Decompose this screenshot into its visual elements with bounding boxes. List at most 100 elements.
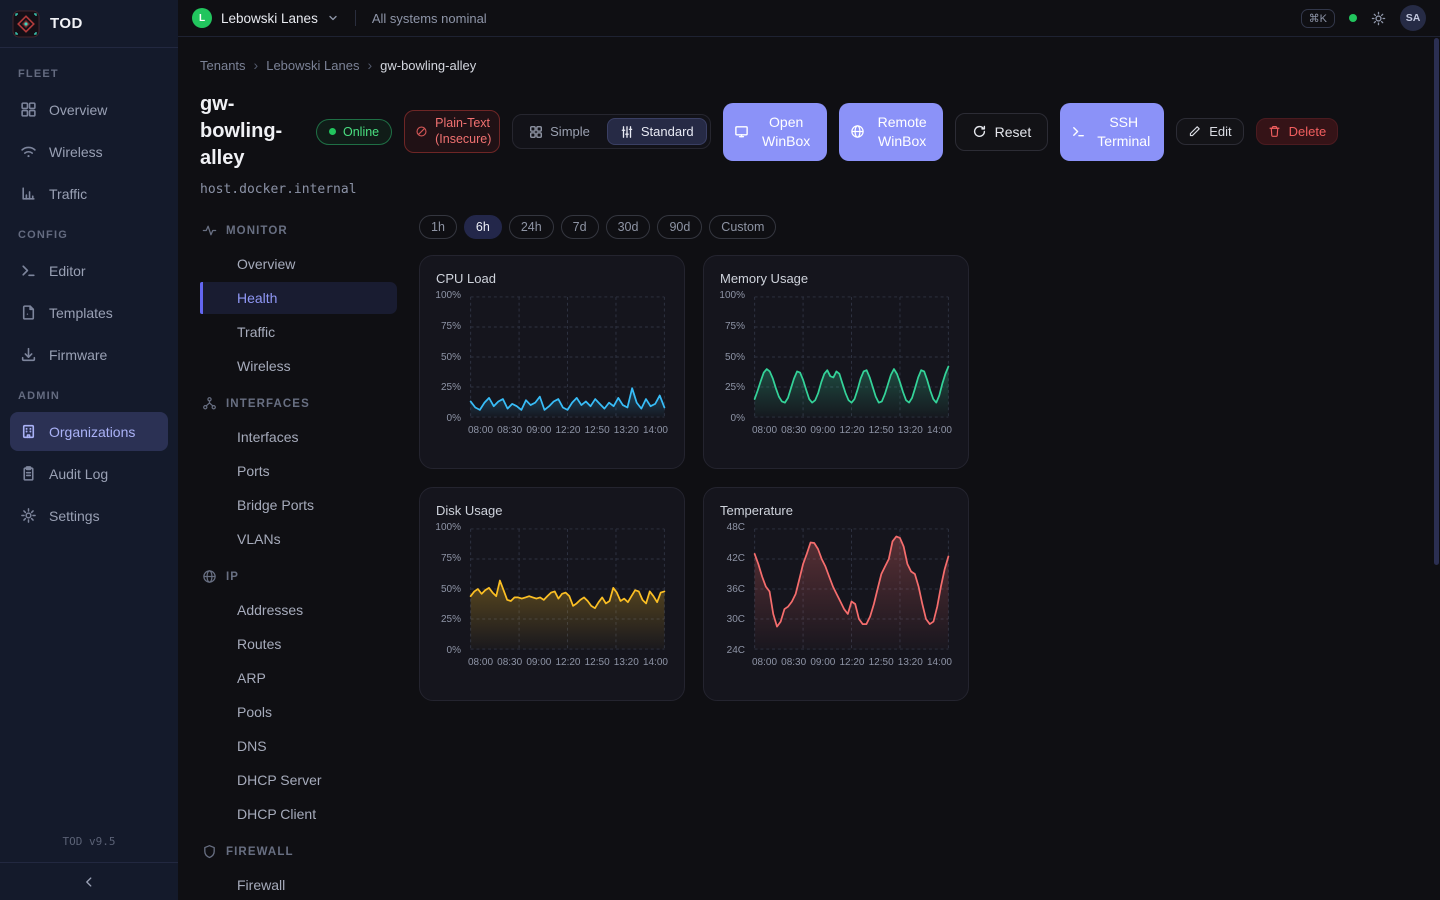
theme-toggle-sun-icon[interactable] <box>1371 11 1386 26</box>
cpu-load-chart-card: CPU Load 100%75%50%25%0%08:0008:3009:001… <box>419 255 685 469</box>
subnav-item-routes[interactable]: Routes <box>200 628 397 660</box>
sidebar-item-settings[interactable]: Settings <box>10 496 168 535</box>
subnav-item-dhcp-server[interactable]: DHCP Server <box>200 764 397 796</box>
bar-chart-icon <box>20 185 37 202</box>
tenant-switcher[interactable]: L Lebowski Lanes <box>192 8 339 28</box>
sidebar-collapse-button[interactable] <box>0 862 178 900</box>
sidebar-item-label: Editor <box>49 263 86 279</box>
sidebar-item-firmware[interactable]: Firmware <box>10 335 168 374</box>
trash-icon <box>1268 125 1281 138</box>
subnav-item-bridge-ports[interactable]: Bridge Ports <box>200 489 397 521</box>
memory-usage-chart: 100%75%50%25%0%08:0008:3009:0012:2012:50… <box>720 295 952 436</box>
sidebar-item-label: Settings <box>49 508 100 524</box>
sidebar-item-label: Templates <box>49 305 113 321</box>
device-header: gw-bowling-alley Online Plain-Text (Inse… <box>200 91 1416 172</box>
delete-button[interactable]: Delete <box>1256 118 1339 145</box>
subnav-item-addresses[interactable]: Addresses <box>200 594 397 626</box>
chart-title: Disk Usage <box>436 503 668 518</box>
subnav-item-arp[interactable]: ARP <box>200 662 397 694</box>
subnav-section-label: MONITOR <box>226 225 288 237</box>
sidebar-item-label: Overview <box>49 102 107 118</box>
chart-svg <box>752 527 952 651</box>
subnav-item-vlans[interactable]: VLANs <box>200 523 397 555</box>
chart-y-axis: 48C42C36C30C24C <box>720 522 752 656</box>
subnav-item-overview[interactable]: Overview <box>200 248 397 280</box>
sidebar-item-audit-log[interactable]: Audit Log <box>10 454 168 493</box>
user-avatar[interactable]: SA <box>1400 5 1426 31</box>
subnav-item-dns[interactable]: DNS <box>200 730 397 762</box>
time-range-custom[interactable]: Custom <box>709 215 776 239</box>
insecure-badge-label: Plain-Text (Insecure) <box>435 116 491 147</box>
sidebar-item-templates[interactable]: Templates <box>10 293 168 332</box>
remote-winbox-label: Remote WinBox <box>873 113 932 149</box>
subnav-item-ports[interactable]: Ports <box>200 455 397 487</box>
time-range-6h[interactable]: 6h <box>464 215 502 239</box>
time-range-90d[interactable]: 90d <box>657 215 702 239</box>
sidebar-item-label: Audit Log <box>49 466 108 482</box>
subnav-section-label: INTERFACES <box>226 398 310 410</box>
building-icon <box>20 423 37 440</box>
memory-usage-chart-card: Memory Usage 100%75%50%25%0%08:0008:3009… <box>703 255 969 469</box>
reset-button[interactable]: Reset <box>955 113 1049 151</box>
vertical-scrollbar[interactable] <box>1434 38 1439 565</box>
online-dot-icon <box>329 128 336 135</box>
toggle-simple-label: Simple <box>550 124 590 139</box>
breadcrumb-separator: › <box>367 57 372 73</box>
chart-title: Temperature <box>720 503 952 518</box>
app-version: TOD v9.5 <box>0 821 178 862</box>
remote-winbox-button[interactable]: Remote WinBox <box>839 103 943 161</box>
sidebar-item-traffic[interactable]: Traffic <box>10 174 168 213</box>
tenant-name: Lebowski Lanes <box>221 11 318 26</box>
sidebar-section-config: CONFIG <box>18 229 160 241</box>
activity-icon <box>202 223 217 238</box>
time-range-24h[interactable]: 24h <box>509 215 554 239</box>
breadcrumb-tenant[interactable]: Lebowski Lanes <box>266 58 359 73</box>
sidebar-item-organizations[interactable]: Organizations <box>10 412 168 451</box>
time-range-7d[interactable]: 7d <box>561 215 599 239</box>
view-toggle-simple[interactable]: Simple <box>516 118 603 145</box>
disk-usage-chart-card: Disk Usage 100%75%50%25%0%08:0008:3009:0… <box>419 487 685 701</box>
topbar-right: ⌘K SA <box>1301 5 1426 31</box>
temperature-chart-card: Temperature 48C42C36C30C24C08:0008:3009:… <box>703 487 969 701</box>
time-range-1h[interactable]: 1h <box>419 215 457 239</box>
sidebar-item-editor[interactable]: Editor <box>10 251 168 290</box>
view-toggle-standard[interactable]: Standard <box>607 118 707 145</box>
system-status-text: All systems nominal <box>372 11 487 26</box>
monitor-icon <box>734 124 749 139</box>
chart-plot: 08:0008:3009:0012:2012:5013:2014:00 <box>468 527 668 668</box>
charts-column: 1h 6h 24h 7d 30d 90d Custom CPU Load 100… <box>419 215 969 900</box>
primary-sidebar: TOD FLEET Overview Wireless Traffic <box>0 0 178 900</box>
subnav-item-firewall[interactable]: Firewall <box>200 869 397 900</box>
reset-label: Reset <box>995 124 1032 140</box>
edit-button[interactable]: Edit <box>1176 118 1243 145</box>
online-badge-label: Online <box>343 125 379 139</box>
open-winbox-button[interactable]: Open WinBox <box>723 103 827 161</box>
subnav-item-dhcp-client[interactable]: DHCP Client <box>200 798 397 830</box>
ssh-terminal-button[interactable]: SSH Terminal <box>1060 103 1164 161</box>
device-body: MONITOR Overview Health Traffic Wireless… <box>200 215 1416 900</box>
sidebar-item-overview[interactable]: Overview <box>10 90 168 129</box>
chart-x-axis: 08:0008:3009:0012:2012:5013:2014:00 <box>468 657 668 668</box>
health-status-dot <box>1349 14 1357 22</box>
command-palette-shortcut[interactable]: ⌘K <box>1301 9 1335 28</box>
tenant-avatar: L <box>192 8 212 28</box>
topbar-divider <box>355 10 356 26</box>
breadcrumb-tenants[interactable]: Tenants <box>200 58 246 73</box>
main-area: L Lebowski Lanes All systems nominal ⌘K … <box>178 0 1440 900</box>
chart-plot: 08:0008:3009:0012:2012:5013:2014:00 <box>468 295 668 436</box>
breadcrumb-current: gw-bowling-alley <box>380 58 476 73</box>
subnav-item-wireless[interactable]: Wireless <box>200 350 397 382</box>
subnav-item-pools[interactable]: Pools <box>200 696 397 728</box>
sidebar-footer: TOD v9.5 <box>0 821 178 900</box>
subnav-item-interfaces[interactable]: Interfaces <box>200 421 397 453</box>
sidebar-item-label: Wireless <box>49 144 103 160</box>
sidebar-item-wireless[interactable]: Wireless <box>10 132 168 171</box>
globe-icon <box>850 124 865 139</box>
subnav-item-health[interactable]: Health <box>200 282 397 314</box>
chart-y-axis: 100%75%50%25%0% <box>436 290 468 424</box>
chart-x-axis: 08:0008:3009:0012:2012:5013:2014:00 <box>752 425 952 436</box>
subnav-section-label: FIREWALL <box>226 846 294 858</box>
subnav-item-traffic[interactable]: Traffic <box>200 316 397 348</box>
time-range-30d[interactable]: 30d <box>606 215 651 239</box>
ssh-terminal-label: SSH Terminal <box>1094 113 1153 149</box>
